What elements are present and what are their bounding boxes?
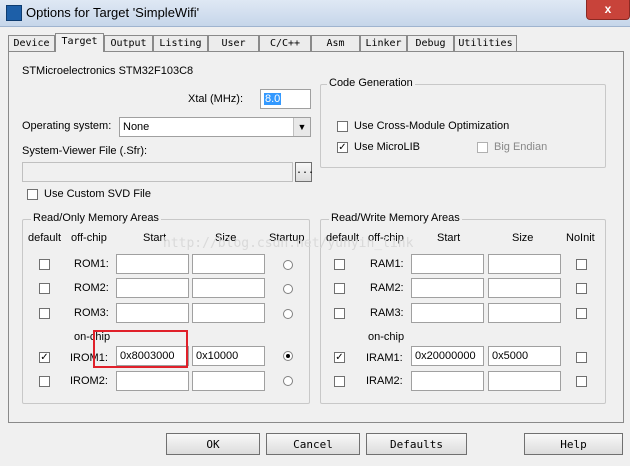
iram2-noinit-checkbox[interactable] [576,376,587,387]
ram2-default-checkbox[interactable] [334,283,345,294]
custom-svd-label: Use Custom SVD File [44,188,151,200]
ram2-size-input[interactable] [488,278,561,298]
microlib-label: Use MicroLIB [354,141,421,153]
ram-onchip-label: on-chip [368,331,405,343]
tab-target[interactable]: Target [55,33,104,52]
ram1-default-checkbox[interactable] [334,259,345,270]
custom-svd-checkbox[interactable] [27,189,38,200]
ram1-label: RAM1: [370,258,404,270]
rom1-size-input[interactable] [192,254,265,274]
ram1-start-input[interactable] [411,254,484,274]
irom2-default-checkbox[interactable] [39,376,50,387]
rom-header-default: default [28,232,62,244]
sfr-label: System-Viewer File (.Sfr): [22,145,148,157]
ram-header-start: Start [437,232,461,244]
os-label: Operating system: [22,120,112,132]
title-bar: Options for Target 'SimpleWifi' x [0,0,630,27]
highlight-box [93,330,188,368]
tab-asm[interactable]: Asm [311,35,360,51]
sfr-browse-button[interactable]: ... [295,162,314,182]
iram2-start-input[interactable] [411,371,484,391]
rom2-label: ROM2: [74,282,109,294]
iram1-size-input[interactable]: 0x5000 [488,346,561,366]
sfr-input[interactable] [22,162,293,182]
ram2-label: RAM2: [370,282,404,294]
rom1-startup-radio[interactable] [283,260,293,270]
rom1-label: ROM1: [74,258,109,270]
tab-c-cpp[interactable]: C/C++ [259,35,311,51]
ram1-size-input[interactable] [488,254,561,274]
ram3-default-checkbox[interactable] [334,308,345,319]
rom-group-title: Read/Only Memory Areas [31,212,161,224]
tab-linker[interactable]: Linker [360,35,407,51]
iram2-default-checkbox[interactable] [334,376,345,387]
irom1-startup-radio[interactable] [283,351,293,361]
window-title: Options for Target 'SimpleWifi' [26,5,200,20]
rom1-start-input[interactable] [116,254,189,274]
big-endian-label: Big Endian [494,141,548,153]
iram1-noinit-checkbox[interactable] [576,352,587,363]
irom2-size-input[interactable] [192,371,265,391]
rom3-default-checkbox[interactable] [39,308,50,319]
ram3-start-input[interactable] [411,303,484,323]
tab-user[interactable]: User [208,35,259,51]
rom-header-offchip: off-chip [71,232,107,244]
rom1-default-checkbox[interactable] [39,259,50,270]
xtal-label: Xtal (MHz): [188,93,243,105]
ram3-label: RAM3: [370,307,404,319]
ram3-noinit-checkbox[interactable] [576,308,587,319]
irom1-default-checkbox[interactable]: ✓ [39,352,50,363]
irom1-size-input[interactable]: 0x10000 [192,346,265,366]
rom2-size-input[interactable] [192,278,265,298]
irom2-start-input[interactable] [116,371,189,391]
xtal-input[interactable]: 8.0 [260,89,311,109]
ram3-size-input[interactable] [488,303,561,323]
ram-header-noinit: NoInit [566,232,595,244]
app-icon [6,5,22,21]
ram-group-title: Read/Write Memory Areas [329,212,462,224]
microlib-checkbox[interactable]: ✓ [337,142,348,153]
rom3-start-input[interactable] [116,303,189,323]
big-endian-checkbox[interactable] [477,142,488,153]
ram1-noinit-checkbox[interactable] [576,259,587,270]
cross-module-label: Use Cross-Module Optimization [354,120,510,132]
iram2-label: IRAM2: [366,375,403,387]
tab-output[interactable]: Output [104,35,153,51]
tab-listing[interactable]: Listing [153,35,208,51]
ram2-noinit-checkbox[interactable] [576,283,587,294]
xtal-value: 8.0 [264,93,282,105]
irom2-startup-radio[interactable] [283,376,293,386]
tab-debug[interactable]: Debug [407,35,454,51]
code-generation-title: Code Generation [327,77,415,89]
irom2-label: IROM2: [70,375,108,387]
close-button[interactable]: x [586,0,630,20]
ok-button[interactable]: OK [166,433,260,455]
device-name: STMicroelectronics STM32F103C8 [22,65,194,77]
ram2-start-input[interactable] [411,278,484,298]
iram1-label: IRAM1: [366,352,403,364]
defaults-button[interactable]: Defaults [366,433,467,455]
iram1-default-checkbox[interactable]: ✓ [334,352,345,363]
watermark: http://blog.csdn.net/yunyin_link [163,236,414,251]
rom3-label: ROM3: [74,307,109,319]
rom2-default-checkbox[interactable] [39,283,50,294]
rom2-start-input[interactable] [116,278,189,298]
chevron-down-icon[interactable]: ▼ [293,118,310,136]
cancel-button[interactable]: Cancel [266,433,360,455]
rom2-startup-radio[interactable] [283,284,293,294]
os-select[interactable]: None ▼ [119,117,311,137]
ram-header-size: Size [512,232,534,244]
help-button[interactable]: Help [524,433,623,455]
iram1-start-input[interactable]: 0x20000000 [411,346,484,366]
tab-device[interactable]: Device [8,35,55,51]
tab-utilities[interactable]: Utilities [454,35,517,51]
rom3-startup-radio[interactable] [283,309,293,319]
cross-module-checkbox[interactable] [337,121,348,132]
rom3-size-input[interactable] [192,303,265,323]
os-value: None [123,121,150,133]
iram2-size-input[interactable] [488,371,561,391]
